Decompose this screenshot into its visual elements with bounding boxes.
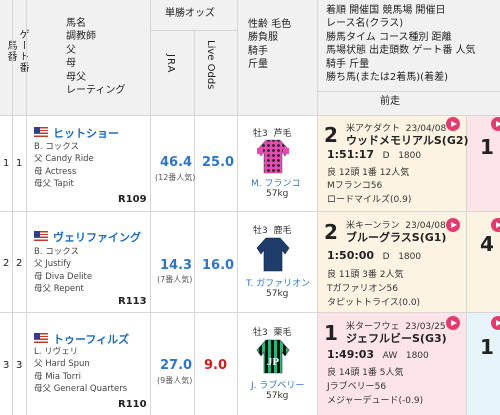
grid-line xyxy=(317,91,500,92)
finish-position: 1 xyxy=(480,335,494,359)
weight: 57kg xyxy=(266,289,289,299)
play-video-icon[interactable] xyxy=(491,316,500,330)
race-detail: 良 11頭 3番 2人気 xyxy=(327,270,404,280)
jra-odds: 14.3 xyxy=(160,258,193,273)
race-time-line: 1:50:00 D 1800 xyxy=(327,249,422,262)
horse-name[interactable]: ヴェリファイング xyxy=(53,229,141,245)
race-time-line: 1:51:17 D 1800 xyxy=(327,148,422,161)
play-video-icon[interactable] xyxy=(446,316,460,330)
us-flag-icon xyxy=(34,231,48,241)
jockey-name[interactable]: J. ラブベリー xyxy=(251,378,304,391)
race-jockey-weight: Mフランコ56 xyxy=(327,181,383,191)
race-detail: 良 14頭 1番 5人気 xyxy=(327,368,404,378)
header-win-odds: 単勝オッズ xyxy=(165,8,215,19)
race-jockey-weight: Tガファリオン56 xyxy=(327,284,398,294)
live-odds: 25.0 xyxy=(202,155,235,170)
race-name: ジェフルビーS(G3) xyxy=(346,332,447,345)
grid-line xyxy=(150,0,151,415)
header-horse-info: 馬名 調教師 父 母 母父 レーティング xyxy=(66,18,126,97)
racing-silks-icon: JP xyxy=(256,339,290,374)
rating: R113 xyxy=(118,296,147,307)
uma-ban: 1 xyxy=(3,158,10,169)
finish-position: 2 xyxy=(324,220,338,244)
header-horse-attrs: 性齢 毛色 勝負服 騎手 斤量 xyxy=(248,19,292,71)
live-odds: 16.0 xyxy=(202,258,235,273)
grid-line xyxy=(12,0,13,415)
finish-position: 2 xyxy=(324,123,338,147)
play-video-icon[interactable] xyxy=(446,218,460,232)
race-name: ウッドメモリアルS(G2) xyxy=(346,134,469,147)
grid-line xyxy=(26,0,27,415)
race-jockey-weight: Jラブベリー56 xyxy=(327,382,387,392)
weight: 57kg xyxy=(266,189,289,199)
last-race-card[interactable]: 2 米アケダクト 23/04/08 ウッドメモリアルS(G2) 1:51:17 … xyxy=(317,115,469,211)
race-winner: タピットトライス(0.0) xyxy=(327,298,421,308)
finish-position: 1 xyxy=(324,321,338,345)
grid-line xyxy=(237,0,238,415)
horse-pedigree: L. リヴェリ 父 Hard Spun 母 Mia Torri 母父 Gener… xyxy=(34,347,128,394)
jra-odds: 46.4 xyxy=(160,155,193,170)
us-flag-icon xyxy=(34,127,48,137)
finish-position: 1 xyxy=(480,135,494,159)
last-race-card[interactable]: 1 米ターフウェ 23/03/25 ジェフルビーS(G3) 1:49:03 AW… xyxy=(317,313,466,415)
jra-odds: 27.0 xyxy=(160,358,193,373)
racing-silks-icon xyxy=(256,237,290,272)
race-time-line: 1:49:03 AW 1800 xyxy=(327,348,429,361)
popularity: (7番人気) xyxy=(157,275,193,284)
horse-pedigree: B. コックス 父 Justify 母 Diva Delite 母父 Repen… xyxy=(34,247,93,294)
header-gate-ban: ゲート番 xyxy=(17,29,28,73)
finish-position: 4 xyxy=(480,232,494,256)
popularity: (12番人気) xyxy=(155,173,196,182)
header-last-race: 前走 xyxy=(380,96,400,107)
gate-ban: 2 xyxy=(16,258,23,269)
race-detail: 良 12頭 1番 12人気 xyxy=(327,168,410,178)
uma-ban: 2 xyxy=(3,258,10,269)
gate-ban: 3 xyxy=(16,360,23,371)
last-race-card[interactable]: 2 米キーンラン 23/04/08 ブルーグラスS(G1) 1:50:00 D … xyxy=(317,212,466,312)
grid-line xyxy=(150,30,237,31)
uma-ban: 3 xyxy=(3,360,10,371)
play-video-icon[interactable] xyxy=(491,117,500,131)
horse-name[interactable]: トゥーフィルズ xyxy=(53,331,129,347)
play-video-icon[interactable] xyxy=(491,218,500,232)
grid-line xyxy=(194,30,195,415)
popularity: (9番人気) xyxy=(157,376,193,385)
racing-silks-icon xyxy=(256,139,290,174)
horse-name[interactable]: ヒットショー xyxy=(53,125,119,141)
play-video-icon[interactable] xyxy=(446,117,460,131)
header-past-info: 着順 開催国 競馬場 開催日 レース名(クラス) 勝馬タイム コース種別 距離 … xyxy=(326,5,476,84)
jockey-name[interactable]: T. ガファリオン xyxy=(246,276,310,289)
us-flag-icon xyxy=(34,333,48,343)
header-live-odds: Live Odds xyxy=(205,40,216,90)
race-winner: ロードマイルズ(0.9) xyxy=(327,195,412,205)
rating: R110 xyxy=(118,399,147,410)
header-jra: JRA xyxy=(165,54,176,74)
race-winner: メジャーデュード(-0.9) xyxy=(327,396,424,406)
rating: R109 xyxy=(118,194,147,205)
gate-ban: 1 xyxy=(16,158,23,169)
race-name: ブルーグラスS(G1) xyxy=(346,231,447,244)
horse-pedigree: B. コックス 父 Candy Ride 母 Actress 母父 Tapit xyxy=(34,142,94,189)
jockey-name[interactable]: M. フランコ xyxy=(251,176,301,189)
weight: 57kg xyxy=(266,391,289,401)
sex-age: 牡3 鹿毛 xyxy=(253,226,292,236)
sex-age: 牡3 栗毛 xyxy=(253,328,292,338)
silks-monogram: JP xyxy=(267,356,280,368)
live-odds: 9.0 xyxy=(204,358,228,373)
